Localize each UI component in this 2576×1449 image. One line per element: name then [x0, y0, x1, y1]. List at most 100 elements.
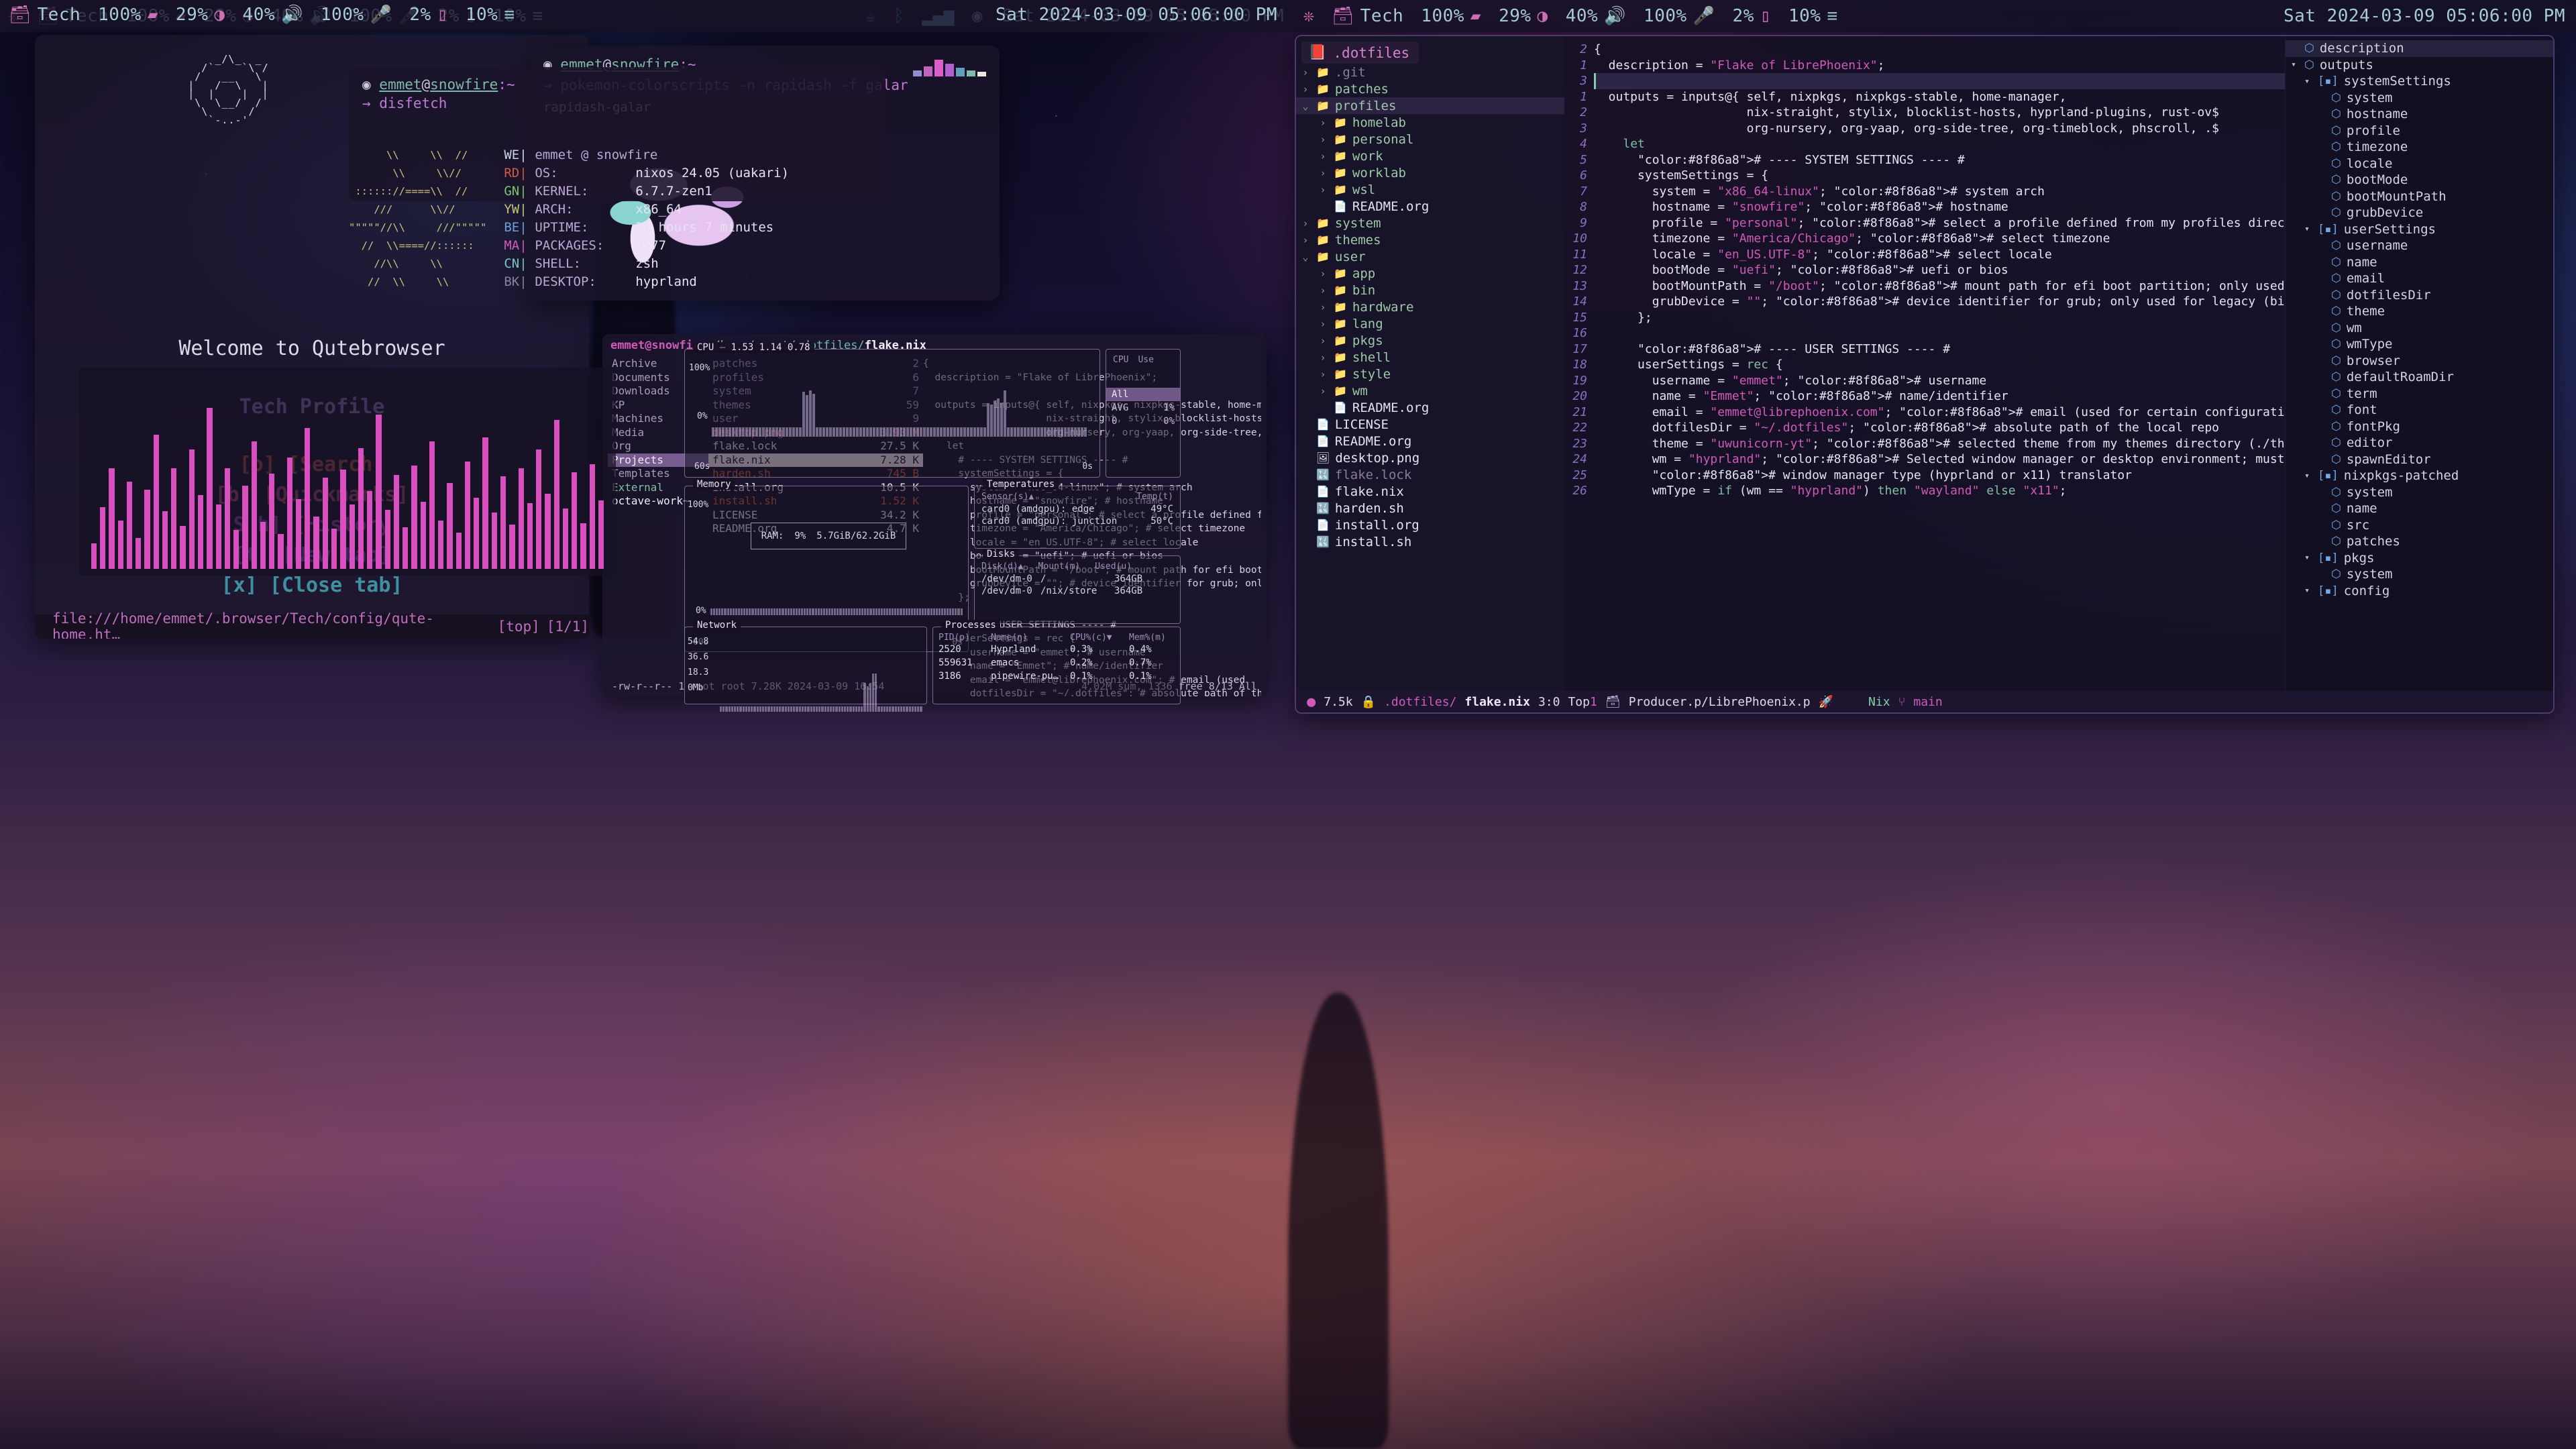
chevron-right-icon[interactable]: › — [1318, 150, 1328, 162]
outline-node[interactable]: ⬡ defaultRoamDir — [2286, 369, 2553, 386]
outline-node[interactable]: ⬡ dotfilesDir — [2286, 287, 2553, 304]
chevron-right-icon[interactable]: › — [1318, 184, 1328, 196]
treemacs-directory-node[interactable]: › 📁 hardware — [1296, 299, 1564, 315]
clock-bottom[interactable]: Sat 2024-03-09 05:06:00 PM — [985, 5, 1288, 25]
treemacs-file-node[interactable]: 📄 flake.nix — [1296, 483, 1564, 500]
process-row[interactable]: 559631 emacs 0.2% 0.7% — [938, 656, 1175, 669]
outline-node[interactable]: ⬡ src — [2286, 517, 2553, 534]
outline-node[interactable]: ⬡ fontPkg — [2286, 419, 2553, 435]
outline-node[interactable]: ⬡ browser — [2286, 353, 2553, 370]
code-line[interactable]: dotfilesDir = "~/.dotfiles"; "color:#8f8… — [1594, 420, 2285, 436]
treemacs-project-header[interactable]: 📕 .dotfiles — [1301, 42, 1419, 64]
code-line[interactable]: bootMode = "uefi"; "color:#8f86a8"># uef… — [1594, 262, 2285, 278]
clock-right[interactable]: Sat 2024-03-09 05:06:00 PM — [2273, 6, 2576, 26]
code-line[interactable]: outputs = inputs@{ self, nixpkgs, nixpkg… — [1594, 89, 2285, 105]
outline-node[interactable]: ⬡ patches — [2286, 533, 2553, 550]
treemacs-directory-node[interactable]: › 📁 lang — [1296, 315, 1564, 332]
treemacs-directory-node[interactable]: › 📁 shell — [1296, 349, 1564, 366]
outline-node[interactable]: ⬡ locale — [2286, 156, 2553, 172]
treemacs-file-node[interactable]: 🔣 harden.sh — [1296, 500, 1564, 517]
chevron-down-icon[interactable]: ⌄ — [1300, 251, 1311, 263]
cpu-side-rows[interactable]: All AVG 1% 0 0% — [1106, 388, 1180, 428]
code-line[interactable]: bootMountPath = "/boot"; "color:#8f86a8"… — [1594, 278, 2285, 294]
outline-node[interactable]: ⬡ wmType — [2286, 336, 2553, 353]
triangle-down-icon[interactable]: ▾ — [2302, 586, 2312, 596]
cpu-core-row[interactable]: All — [1106, 388, 1180, 401]
treemacs-directory-node[interactable]: ⌄ 📁 user — [1296, 248, 1564, 265]
code-line[interactable]: name = "Emmet"; "color:#8f86a8"># name/i… — [1594, 388, 2285, 405]
code-line[interactable]: }; — [1594, 310, 2285, 326]
outline-node-list[interactable]: ⬡ description ▾ ⬡ outputs ▾ [▪] systemSettings ⬡… — [2286, 40, 2553, 599]
code-line[interactable]: "color:#8f86a8"># ---- USER SETTINGS ---… — [1594, 341, 2285, 358]
btop-cpu-box[interactable]: CPU — 1.53 1.14 0.78 100% 0% 60s 0s — [684, 349, 1100, 478]
outline-node[interactable]: ⬡ theme — [2286, 303, 2553, 320]
treemacs-directory-node[interactable]: › 📁 pkgs — [1296, 332, 1564, 349]
treemacs-directory-node[interactable]: › 📁 wsl — [1296, 181, 1564, 198]
treemacs-directory-node[interactable]: › 📁 patches — [1296, 80, 1564, 97]
outline-node[interactable]: ⬡ name — [2286, 254, 2553, 271]
outline-node[interactable]: ⬡ system — [2286, 90, 2553, 107]
treemacs-directory-node[interactable]: › 📁 .git — [1296, 64, 1564, 80]
chevron-right-icon[interactable]: › — [1300, 83, 1311, 95]
system-tray-right[interactable]: Sat 2024-03-09 05:06:00 PM — [2273, 6, 2576, 26]
chevron-right-icon[interactable]: › — [1318, 268, 1328, 280]
treemacs-sidebar[interactable]: 📕 .dotfiles › 📁 .git › 📁 patches ⌄ 📁 profiles › 📁 h… — [1296, 36, 1564, 692]
outline-node[interactable]: ▾ [▪] userSettings — [2286, 221, 2553, 238]
outline-node[interactable]: ▾ [▪] pkgs — [2286, 550, 2553, 567]
outline-node[interactable]: ⬡ term — [2286, 386, 2553, 402]
triangle-down-icon[interactable]: ▾ — [2302, 224, 2312, 234]
code-line[interactable]: org-nursery, org-yaap, org-side-tree, or… — [1594, 121, 2285, 137]
chevron-right-icon[interactable]: › — [1318, 301, 1328, 313]
chevron-down-icon[interactable]: ⌄ — [1300, 100, 1311, 112]
outline-node[interactable]: ▾ [▪] systemSettings — [2286, 73, 2553, 90]
treemacs-directory-node[interactable]: › 📁 wm — [1296, 382, 1564, 399]
memory-indicator-right[interactable]: 2% ▯ — [1724, 6, 1780, 26]
battery-indicator-right[interactable]: 100% ▰ — [1412, 6, 1490, 26]
btop-cpu-side-box[interactable]: CPU Use All AVG 1% 0 0% — [1106, 349, 1181, 478]
outline-node[interactable]: ⬡ username — [2286, 237, 2553, 254]
code-line[interactable]: grubDevice = ""; "color:#8f86a8"># devic… — [1594, 294, 2285, 310]
outline-node[interactable]: ▾ [▪] nixpkgs-patched — [2286, 468, 2553, 484]
chevron-right-icon[interactable]: › — [1318, 335, 1328, 347]
triangle-down-icon[interactable]: ▾ — [2302, 471, 2312, 481]
treemacs-directory-node[interactable]: › 📁 system — [1296, 215, 1564, 231]
code-line[interactable]: hostname = "snowfire"; "color:#8f86a8">#… — [1594, 199, 2285, 215]
treemacs-directory-node[interactable]: ⌄ 📁 profiles — [1296, 97, 1564, 114]
treemacs-file-node[interactable]: 🔣 install.sh — [1296, 533, 1564, 550]
code-line[interactable]: userSettings = rec { — [1594, 357, 2285, 373]
volume-indicator-right[interactable]: 40% 🔊 — [1557, 6, 1635, 26]
code-line[interactable]: wm = "hyprland"; "color:#8f86a8"># Selec… — [1594, 451, 2285, 468]
cpu-core-row[interactable]: AVG 1% — [1106, 401, 1180, 415]
code-line[interactable]: username = "emmet"; "color:#8f86a8"># us… — [1594, 373, 2285, 389]
treemacs-directory-node[interactable]: › 📁 work — [1296, 148, 1564, 164]
treemacs-directory-node[interactable]: › 📁 style — [1296, 366, 1564, 382]
chevron-right-icon[interactable]: › — [1300, 234, 1311, 246]
chevron-right-icon[interactable]: › — [1318, 385, 1328, 397]
btop-network-box[interactable]: Network 54.8 36.6 18.3 0Mb — [684, 627, 927, 704]
tag-indicator-bottom[interactable]: 🗃 Tech — [0, 5, 89, 25]
chevron-right-icon[interactable]: › — [1300, 66, 1311, 78]
emacs-code-buffer[interactable]: 2 1 3 1 2 3 4 5 6 7 8 9 10 11 12 13 14 15 16 17 18 19 20 21 22 23… — [1564, 36, 2285, 692]
status-bar-right[interactable]: ❊ 🗃 Tech 100% ▰ 29% ◑ 40% 🔊 100% 🎤 2% ▯ … — [1295, 0, 2576, 32]
btop-processes-box[interactable]: Processes PID(p) Name(n) CPU%(c)▼ Mem%(m… — [932, 627, 1181, 704]
treemacs-file-node[interactable]: 📄 README.org — [1296, 399, 1564, 416]
outline-node[interactable]: ▾ ⬡ outputs — [2286, 57, 2553, 74]
chevron-right-icon[interactable]: › — [1318, 167, 1328, 179]
code-line[interactable] — [1594, 325, 2285, 341]
process-rows[interactable]: 2520 Hyprland 0.3% 0.4% 559631 emacs 0.2% 0.7% 3… — [933, 643, 1180, 683]
chevron-right-icon[interactable]: › — [1300, 217, 1311, 229]
chevron-right-icon[interactable]: › — [1318, 133, 1328, 146]
outline-node[interactable]: ⬡ bootMode — [2286, 172, 2553, 189]
treemacs-directory-node[interactable]: › 📁 personal — [1296, 131, 1564, 148]
treemacs-directory-node[interactable]: › 📁 themes — [1296, 231, 1564, 248]
code-line[interactable]: systemSettings = { — [1594, 168, 2285, 184]
code-line[interactable]: timezone = "America/Chicago"; "color:#8f… — [1594, 231, 2285, 247]
btop-temperatures-box[interactable]: Temperatures Sensor(s)▲ Temp(t) card0 (am… — [974, 486, 1181, 549]
outline-node[interactable]: ⬡ description — [2286, 40, 2553, 57]
code-text[interactable]: { description = "Flake of LibrePhoenix";… — [1594, 36, 2285, 692]
outline-node[interactable]: ⬡ grubDevice — [2286, 205, 2553, 221]
treemacs-file-node[interactable]: 📄 LICENSE — [1296, 416, 1564, 433]
code-line[interactable]: profile = "personal"; "color:#8f86a8"># … — [1594, 215, 2285, 231]
treemacs-file-node[interactable]: 📄 README.org — [1296, 198, 1564, 215]
outline-node[interactable]: ▾ [▪] config — [2286, 583, 2553, 600]
